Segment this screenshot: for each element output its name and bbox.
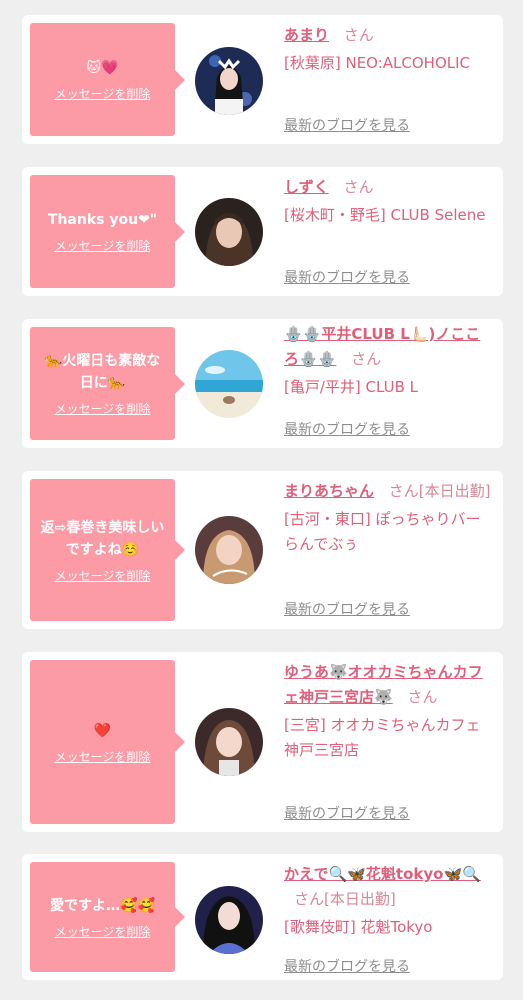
sender-name-link[interactable]: しずく: [284, 178, 329, 196]
sender-name-link[interactable]: かえで🔍🦋花魁tokyo🦋🔍: [284, 865, 481, 883]
message-text: 返⇨春巻き美味しいですよね☺️: [40, 519, 165, 558]
sender-name-link[interactable]: 🪬🪬平井CLUB L🫷🏻)ノこころ🪬🪬: [284, 325, 480, 368]
honorific: さん[本日出勤]: [294, 890, 396, 908]
latest-blog-link[interactable]: 最新のブログを見る: [284, 803, 410, 823]
delete-message-link[interactable]: メッセージを削除: [55, 400, 151, 417]
sender-info: あまり さん [秋葉原] NEO:ALCOHOLIC: [284, 23, 491, 76]
honorific: さん: [343, 26, 374, 44]
sender-name-link[interactable]: ゆうあ🐺オオカミちゃんカフェ神戸三宮店🐺: [284, 663, 483, 706]
message-bubble: 🐆火曜日も素敵な日に🐆 メッセージを削除: [30, 327, 185, 440]
honorific: さん: [351, 350, 382, 368]
latest-blog-link[interactable]: 最新のブログを見る: [284, 956, 410, 976]
message-text: ❤️: [93, 722, 112, 739]
avatar[interactable]: [195, 350, 263, 418]
message-bubble: 返⇨春巻き美味しいですよね☺️ メッセージを削除: [30, 479, 185, 621]
message-bubble: 愛ですよ…🥰🥰 メッセージを削除: [30, 862, 185, 972]
message-card: Thanks you❤" メッセージを削除 しずく さん [桜木町・野毛] CL…: [22, 167, 503, 296]
message-bubble: ❤️ メッセージを削除: [30, 660, 185, 824]
shop-info: [三宮] オオカミちゃんカフェ神戸三宮店: [284, 716, 481, 759]
message-bubble: Thanks you❤" メッセージを削除: [30, 175, 185, 288]
latest-blog-link[interactable]: 最新のブログを見る: [284, 267, 410, 287]
latest-blog-link[interactable]: 最新のブログを見る: [284, 419, 410, 439]
message-card: 🐱💗 メッセージを削除 あまり さん [秋葉原] NEO:ALCOHOLIC 最…: [22, 15, 503, 144]
shop-info: [桜木町・野毛] CLUB Selene: [284, 206, 486, 224]
sender-name-link[interactable]: まりあちゃん: [284, 482, 374, 500]
sender-info: かえで🔍🦋花魁tokyo🦋🔍 さん[本日出勤] [歌舞伎町] 花魁Tokyo: [284, 862, 491, 940]
avatar[interactable]: [195, 47, 263, 115]
message-text: 🐱💗: [86, 60, 119, 76]
avatar[interactable]: [195, 516, 263, 584]
shop-info: [古河・東口] ぽっちゃりバー らんでぶぅ: [284, 510, 481, 553]
avatar[interactable]: [195, 886, 263, 954]
shop-info: [歌舞伎町] 花魁Tokyo: [284, 918, 433, 936]
delete-message-link[interactable]: メッセージを削除: [55, 748, 151, 765]
sender-name-link[interactable]: あまり: [284, 26, 329, 44]
message-text: Thanks you❤": [47, 212, 158, 228]
avatar[interactable]: [195, 708, 263, 776]
message-card: 愛ですよ…🥰🥰 メッセージを削除 かえで🔍🦋花魁tokyo🦋🔍 さん[本日出勤]…: [22, 854, 503, 980]
message-bubble: 🐱💗 メッセージを削除: [30, 23, 185, 136]
delete-message-link[interactable]: メッセージを削除: [55, 567, 151, 584]
honorific: さん: [407, 688, 438, 706]
message-card: 🐆火曜日も素敵な日に🐆 メッセージを削除 🪬🪬平井CLUB L🫷🏻)ノこころ🪬🪬…: [22, 319, 503, 448]
sender-info: しずく さん [桜木町・野毛] CLUB Selene: [284, 175, 491, 228]
message-card: ❤️ メッセージを削除 ゆうあ🐺オオカミちゃんカフェ神戸三宮店🐺 さん [三宮]…: [22, 652, 503, 832]
delete-message-link[interactable]: メッセージを削除: [55, 85, 151, 102]
delete-message-link[interactable]: メッセージを削除: [55, 923, 151, 940]
message-text: 🐆火曜日も素敵な日に🐆: [44, 353, 161, 391]
shop-info: [亀戸/平井] CLUB L: [284, 378, 419, 396]
sender-info: まりあちゃん さん[本日出勤] [古河・東口] ぽっちゃりバー らんでぶぅ: [284, 479, 491, 557]
avatar[interactable]: [195, 198, 263, 266]
honorific: さん: [343, 178, 374, 196]
delete-message-link[interactable]: メッセージを削除: [55, 237, 151, 254]
shop-info: [秋葉原] NEO:ALCOHOLIC: [284, 54, 471, 72]
message-card: 返⇨春巻き美味しいですよね☺️ メッセージを削除 まりあちゃん さん[本日出勤]…: [22, 471, 503, 629]
sender-info: ゆうあ🐺オオカミちゃんカフェ神戸三宮店🐺 さん [三宮] オオカミちゃんカフェ神…: [284, 660, 491, 763]
sender-info: 🪬🪬平井CLUB L🫷🏻)ノこころ🪬🪬 さん [亀戸/平井] CLUB L: [284, 322, 491, 400]
honorific: さん[本日出勤]: [388, 482, 491, 500]
latest-blog-link[interactable]: 最新のブログを見る: [284, 599, 410, 619]
latest-blog-link[interactable]: 最新のブログを見る: [284, 115, 410, 135]
message-text: 愛ですよ…🥰🥰: [50, 897, 155, 914]
